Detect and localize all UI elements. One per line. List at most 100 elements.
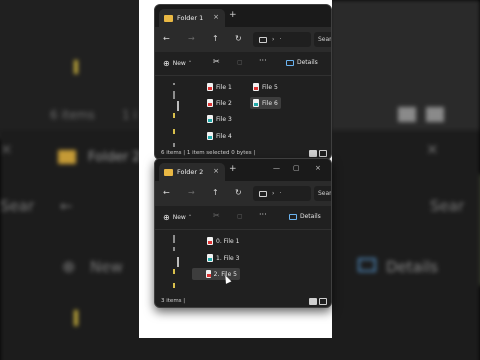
file-item-selected[interactable]: 2. File 5: [192, 268, 240, 280]
more-icon: ·: [279, 190, 282, 197]
bg-details-label: Details: [386, 258, 439, 276]
copy-icon[interactable]: ▢: [237, 213, 243, 220]
chevron-right-icon: ›: [272, 190, 275, 197]
sidebar-item[interactable]: [173, 143, 175, 147]
arrow-up-icon[interactable]: ↑: [212, 188, 219, 197]
details-button[interactable]: Details: [289, 213, 321, 220]
search-input[interactable]: Sear: [314, 32, 331, 47]
file-name: File 6: [262, 99, 278, 107]
tiles-view-icon[interactable]: [319, 150, 327, 157]
bg-folder2-title: Folder 2: [88, 150, 141, 165]
sidebar-item[interactable]: [173, 247, 175, 251]
bg-sidebar-mark-2: [74, 310, 78, 326]
status-bar-text: 3 items |: [161, 298, 186, 304]
bg-search-left: Sear: [0, 197, 35, 215]
bg-new-label: New: [90, 258, 123, 276]
more-icon: ·: [279, 36, 282, 43]
document-icon: [207, 254, 213, 262]
more-icon[interactable]: ···: [259, 56, 267, 65]
file-item[interactable]: File 1: [207, 83, 232, 91]
sidebar-folder-mark[interactable]: [173, 283, 175, 288]
address-bar[interactable]: › ·: [253, 186, 311, 201]
document-icon: [207, 237, 213, 245]
bg-details-icon: [358, 258, 376, 272]
minimize-icon[interactable]: —: [273, 164, 280, 172]
address-bar[interactable]: › ·: [253, 32, 311, 47]
refresh-icon[interactable]: ↻: [235, 188, 242, 197]
plus-icon[interactable]: +: [229, 165, 237, 174]
scissors-icon[interactable]: ✂: [213, 211, 220, 220]
copy-icon[interactable]: ▢: [237, 59, 243, 66]
sidebar-item[interactable]: [173, 235, 175, 243]
refresh-icon[interactable]: ↻: [235, 34, 242, 43]
arrow-right-icon[interactable]: →: [188, 188, 195, 197]
file-item[interactable]: 1. File 3: [207, 254, 239, 262]
search-input[interactable]: Sear: [314, 186, 331, 201]
new-button[interactable]: ⊕ New ˅: [163, 59, 191, 68]
sidebar-folder-mark[interactable]: [173, 269, 175, 274]
view-toggle: [309, 298, 327, 305]
monitor-icon: [259, 190, 267, 197]
arrow-left-icon[interactable]: ←: [163, 188, 170, 197]
tab-folder-1[interactable]: Folder 1 ×: [159, 9, 225, 27]
tiles-view-icon[interactable]: [319, 298, 327, 305]
tab-title: Folder 2: [177, 168, 204, 176]
arrow-left-icon[interactable]: ←: [163, 34, 170, 43]
file-item[interactable]: File 4: [207, 132, 232, 140]
sidebar-folder-mark[interactable]: [173, 113, 175, 118]
nav-bar: ← → ↑ ↻ › · Sear: [155, 27, 331, 52]
sidebar-scrollbar[interactable]: [177, 257, 179, 267]
more-icon[interactable]: ···: [259, 210, 267, 219]
screen: 6 items 1 i Folder 2 Sear Sear ← ⊕ New D…: [0, 0, 480, 360]
document-icon: [253, 83, 259, 91]
file-item[interactable]: File 3: [207, 115, 232, 123]
file-name: File 2: [216, 99, 232, 107]
maximize-icon[interactable]: ▢: [293, 164, 300, 172]
details-pane-icon: [286, 59, 294, 66]
arrow-up-icon[interactable]: ↑: [212, 34, 219, 43]
details-label: Details: [300, 213, 321, 220]
bg-back-arrow: ←: [60, 197, 73, 215]
file-item-selected[interactable]: File 6: [250, 97, 281, 109]
file-name: File 1: [216, 83, 232, 91]
bg-close-right: ×: [426, 140, 439, 158]
sidebar-item[interactable]: [173, 91, 175, 99]
tab-folder-2[interactable]: Folder 2 ×: [159, 163, 225, 181]
bg-view-icon-2: [426, 107, 444, 122]
sidebar-item[interactable]: [173, 83, 175, 85]
close-window-icon[interactable]: ×: [315, 164, 321, 172]
file-name: 0. File 1: [216, 237, 240, 245]
close-icon[interactable]: ×: [213, 167, 219, 175]
details-button[interactable]: Details: [286, 59, 318, 66]
bg-plus-icon: ⊕: [62, 257, 76, 276]
document-icon: [207, 83, 213, 91]
document-icon: [207, 99, 213, 107]
nav-bar: ← → ↑ ↻ › · Sear: [155, 181, 331, 206]
sidebar-scrollbar[interactable]: [177, 101, 179, 111]
document-icon: [207, 115, 213, 123]
status-bar-text: 6 items | 1 item selected 0 bytes |: [161, 150, 256, 156]
bg-items-partial: 1 i: [122, 108, 137, 122]
document-icon: [207, 132, 213, 140]
scissors-icon[interactable]: ✂: [213, 57, 220, 66]
close-icon[interactable]: ×: [213, 13, 219, 21]
explorer-window-folder-2: Folder 2 × + — ▢ × ← → ↑ ↻ › · Sear ⊕ Ne…: [154, 158, 332, 308]
details-view-icon[interactable]: [309, 150, 317, 157]
details-view-icon[interactable]: [309, 298, 317, 305]
new-button[interactable]: ⊕ New ˅: [163, 213, 191, 222]
sidebar-folder-mark[interactable]: [173, 129, 175, 134]
bg-sidebar-mark: [74, 60, 78, 74]
folder-icon: [164, 14, 173, 22]
plus-icon[interactable]: +: [229, 11, 237, 20]
new-label: New: [172, 60, 186, 67]
file-name: File 5: [262, 83, 278, 91]
explorer-window-folder-1: Folder 1 × + ← → ↑ ↻ › · Sear ⊕ New ˅ ✂: [154, 4, 332, 160]
monitor-icon: [259, 36, 267, 43]
bg-search-right: Sear: [430, 197, 465, 215]
arrow-right-icon[interactable]: →: [188, 34, 195, 43]
file-item[interactable]: File 2: [207, 99, 232, 107]
chevron-right-icon: ›: [272, 36, 275, 43]
file-item[interactable]: 0. File 1: [207, 237, 239, 245]
file-item[interactable]: File 5: [253, 83, 278, 91]
bg-items-label: 6 items: [50, 108, 95, 122]
